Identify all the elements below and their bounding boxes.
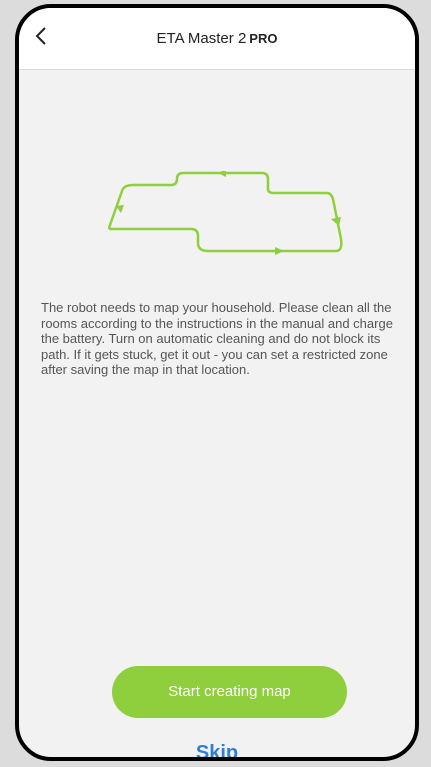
phone-frame: ETA Master 2 PRO The robot needs to map y… bbox=[15, 4, 419, 761]
instructions-text: The robot needs to map your household. P… bbox=[41, 300, 393, 378]
cleaning-path-icon bbox=[107, 171, 343, 255]
app-header: ETA Master 2 PRO bbox=[19, 8, 415, 70]
skip-button[interactable]: Skip bbox=[19, 742, 415, 757]
device-name: ETA Master 2 bbox=[156, 30, 247, 47]
model-badge: PRO bbox=[249, 31, 278, 46]
page-title: ETA Master 2 PRO bbox=[19, 30, 415, 47]
start-creating-map-button[interactable]: Start creating map bbox=[112, 666, 347, 718]
